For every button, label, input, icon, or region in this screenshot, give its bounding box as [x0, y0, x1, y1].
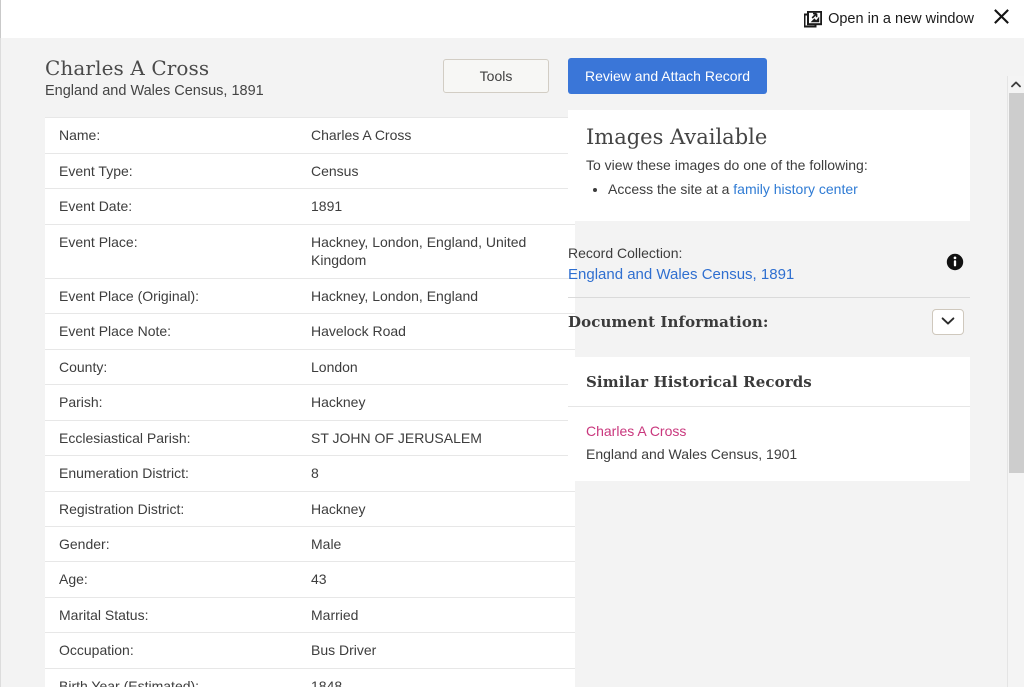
vertical-scrollbar[interactable] — [1007, 76, 1024, 687]
record-collection-label: Record Collection: — [568, 245, 683, 262]
field-value: 43 — [311, 561, 575, 598]
table-row: County: London — [45, 349, 575, 386]
table-row: Event Type: Census — [45, 153, 575, 190]
record-heading-text: Charles A Cross England and Wales Census… — [45, 57, 264, 100]
field-label: Age: — [45, 561, 311, 598]
field-label: Occupation: — [45, 632, 311, 669]
field-label: Ecclesiastical Parish: — [45, 420, 311, 457]
open-in-new-window-button[interactable]: Open in a new window — [803, 10, 974, 28]
family-history-center-link[interactable]: family history center — [733, 181, 857, 197]
similar-historical-records-card: Similar Historical Records Charles A Cro… — [568, 357, 970, 481]
scroll-up-arrow-icon — [1011, 75, 1021, 93]
record-primary-panel: Charles A Cross England and Wales Census… — [45, 57, 575, 687]
table-row: Event Place: Hackney, London, England, Un… — [45, 224, 575, 279]
list-item[interactable]: Charles A Cross England and Wales Census… — [568, 407, 970, 481]
table-row: Event Date: 1891 — [45, 188, 575, 225]
open-in-new-window-label: Open in a new window — [828, 11, 974, 27]
field-label: Event Date: — [45, 188, 311, 225]
images-available-options: Access the site at a family history cent… — [586, 179, 952, 199]
image-external-icon — [803, 10, 823, 28]
images-available-intro: To view these images do one of the follo… — [586, 157, 868, 174]
similar-record-collection: England and Wales Census, 1901 — [586, 445, 798, 462]
field-label: Registration District: — [45, 491, 311, 528]
page-title: Charles A Cross — [45, 56, 210, 80]
field-label: Enumeration District: — [45, 455, 311, 492]
field-value: 8 — [311, 455, 575, 492]
similar-historical-records-heading: Similar Historical Records — [568, 357, 970, 408]
document-information-expand-button[interactable] — [932, 309, 964, 336]
field-label: Event Place: — [45, 224, 311, 279]
table-row: Event Place Note: Havelock Road — [45, 313, 575, 350]
field-label: Birth Year (Estimated): — [45, 668, 311, 687]
field-label: Marital Status: — [45, 597, 311, 634]
scrollbar-thumb[interactable] — [1009, 93, 1024, 473]
images-bullet-text: Access the site at a — [608, 180, 734, 197]
table-row: Parish: Hackney — [45, 384, 575, 421]
record-header: Charles A Cross England and Wales Census… — [45, 57, 549, 100]
field-value: Married — [311, 597, 575, 634]
table-row: Event Place (Original): Hackney, London, … — [45, 278, 575, 315]
table-row: Birth Year (Estimated): 1848 — [45, 668, 575, 687]
record-collection-block: Record Collection: England and Wales Cen… — [568, 243, 970, 284]
close-icon — [993, 9, 1009, 29]
table-row: Occupation: Bus Driver — [45, 632, 575, 669]
field-value: Hackney — [311, 384, 575, 421]
review-and-attach-record-button[interactable]: Review and Attach Record — [568, 58, 767, 94]
field-value: Hackney — [311, 491, 575, 528]
field-label: County: — [45, 349, 311, 386]
field-label: Event Place Note: — [45, 313, 311, 350]
field-value: Havelock Road — [311, 313, 575, 350]
images-available-title: Images Available — [586, 125, 768, 149]
similar-record-link[interactable]: Charles A Cross — [586, 421, 952, 441]
field-value: London — [311, 349, 575, 386]
field-value: Census — [311, 153, 575, 190]
table-row: Ecclesiastical Parish: ST JOHN OF JERUSAL… — [45, 420, 575, 457]
document-information-label: Document Information: — [568, 313, 769, 332]
scrollbar-up-button[interactable] — [1008, 76, 1024, 92]
field-value: Hackney, London, England — [311, 278, 575, 315]
field-value: 1848 — [311, 668, 575, 687]
record-fields-table: Name: Charles A Cross Event Type: Census Eve… — [45, 117, 575, 687]
close-button[interactable] — [988, 6, 1014, 32]
field-label: Parish: — [45, 384, 311, 421]
record-sidebar-panel: Review and Attach Record Images Availabl… — [568, 58, 970, 481]
document-information-row[interactable]: Document Information: — [568, 297, 970, 336]
field-label: Gender: — [45, 526, 311, 563]
record-collection-subtitle: England and Wales Census, 1891 — [45, 83, 264, 99]
field-value: Charles A Cross — [311, 117, 575, 154]
table-row: Gender: Male — [45, 526, 575, 563]
field-label: Name: — [45, 117, 311, 154]
field-value: Male — [311, 526, 575, 563]
record-collection-link[interactable]: England and Wales Census, 1891 — [568, 266, 794, 283]
window-left-edge — [0, 0, 1, 38]
field-label: Event Place (Original): — [45, 278, 311, 315]
field-value: Bus Driver — [311, 632, 575, 669]
images-available-card: Images Available To view these images do… — [568, 110, 970, 222]
list-item: Access the site at a family history cent… — [608, 179, 952, 199]
table-row: Registration District: Hackney — [45, 491, 575, 528]
table-row: Marital Status: Married — [45, 597, 575, 634]
chevron-down-icon — [941, 313, 955, 331]
table-row: Name: Charles A Cross — [45, 117, 575, 154]
field-value: 1891 — [311, 188, 575, 225]
record-content-area: Charles A Cross England and Wales Census… — [0, 38, 1024, 687]
record-fields-body: Name: Charles A Cross Event Type: Census Eve… — [45, 117, 575, 687]
table-row: Enumeration District: 8 — [45, 455, 575, 492]
table-row: Age: 43 — [45, 561, 575, 598]
field-value: Hackney, London, England, United Kingdom — [311, 224, 575, 279]
window-topbar: Open in a new window — [0, 0, 1024, 38]
field-value: ST JOHN OF JERUSALEM — [311, 420, 575, 457]
tools-button[interactable]: Tools — [443, 59, 549, 93]
info-icon[interactable] — [946, 253, 964, 271]
field-label: Event Type: — [45, 153, 311, 190]
record-detail-window: Open in a new window Charles A Cross Eng… — [0, 0, 1024, 687]
